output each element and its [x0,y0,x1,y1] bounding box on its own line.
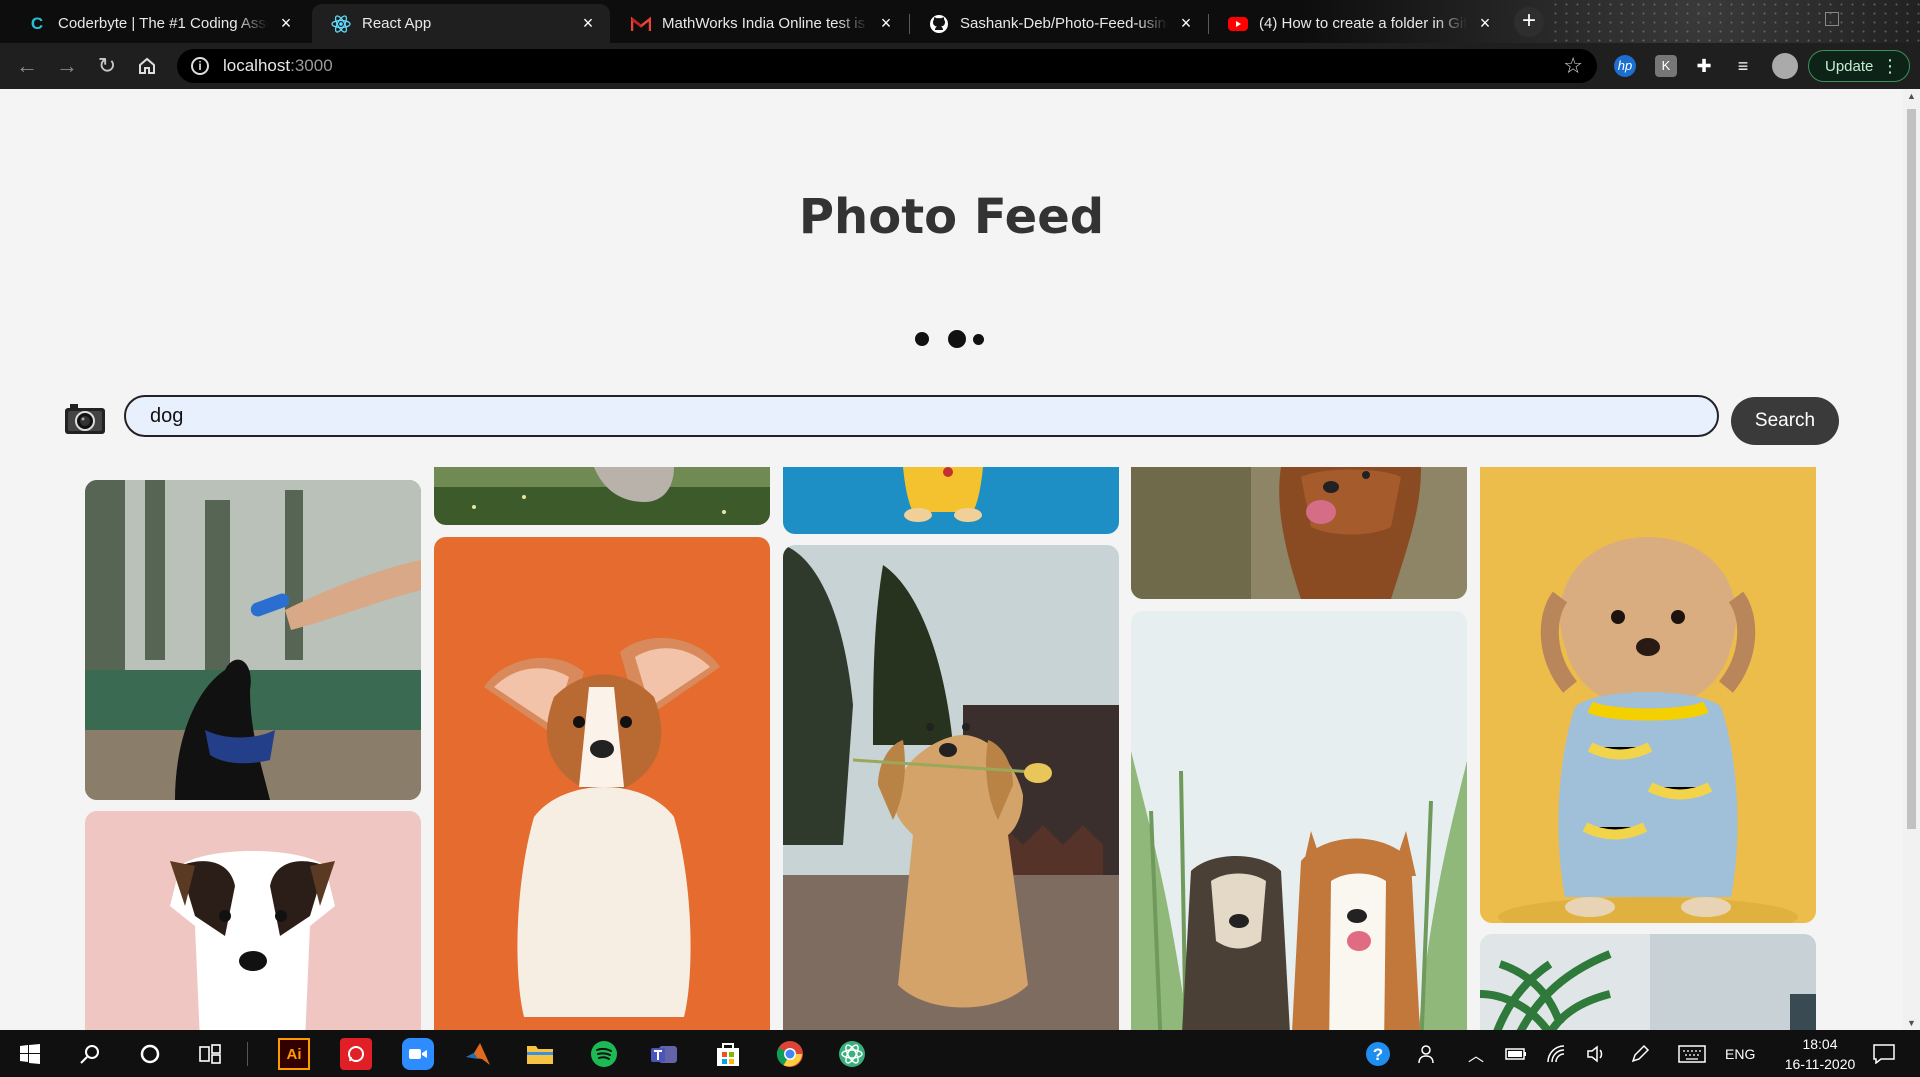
page-scrollbar[interactable]: ▲ ▼ [1903,89,1920,1030]
browser-tab-strip: C Coderbyte | The #1 Coding Asse × React… [0,0,1920,43]
puzzle-extensions-icon[interactable]: ✚ [1693,55,1715,77]
github-icon [928,13,950,35]
photo-corgi-orange[interactable] [434,537,770,1030]
photo-dog-forest-bone[interactable] [85,480,421,800]
windows-taskbar: Ai ? ︿ ENG 18:04 16-11-2020 [0,1030,1920,1077]
whatsapp-icon[interactable] [340,1038,372,1070]
camera-icon [64,403,106,435]
search-input[interactable] [124,395,1719,437]
tab-react-app[interactable]: React App × [312,4,610,43]
pen-icon[interactable] [1624,1038,1656,1070]
photo-two-dogs-grass[interactable] [1131,611,1467,1030]
extension-icon[interactable]: K [1655,55,1677,77]
clock-time[interactable]: 18:04 [1790,1036,1850,1052]
back-icon[interactable]: ← [12,51,42,81]
search-bar: Search [64,395,1844,445]
reading-list-icon[interactable]: ≡ [1732,55,1754,77]
volume-icon[interactable] [1580,1038,1612,1070]
tab-github[interactable]: Sashank-Deb/Photo-Feed-using × [910,4,1208,43]
matlab-icon[interactable] [462,1038,494,1070]
page-title: Photo Feed [798,189,1105,245]
spotify-icon[interactable] [588,1038,620,1070]
close-icon[interactable]: × [578,13,598,34]
new-tab-button[interactable]: + [1514,7,1544,37]
touch-keyboard-icon[interactable] [1676,1038,1708,1070]
taskbar-divider [247,1042,248,1066]
close-icon[interactable]: × [276,13,296,34]
site-info-icon[interactable]: i [191,57,209,75]
scroll-down-icon[interactable]: ▼ [1907,1018,1916,1028]
loading-dots-icon [915,329,985,349]
tab-youtube[interactable]: (4) How to create a folder in Gith × [1209,4,1507,43]
notifications-icon[interactable] [1868,1038,1900,1070]
scrollbar-thumb[interactable] [1907,109,1916,829]
photo-brown-dog-field[interactable] [1131,467,1467,599]
language-indicator[interactable]: ENG [1725,1046,1755,1062]
bookmark-star-icon[interactable]: ☆ [1563,53,1583,79]
react-icon [330,13,352,35]
help-icon[interactable]: ? [1362,1038,1394,1070]
file-explorer-icon[interactable] [524,1038,556,1070]
zoom-icon[interactable] [402,1038,434,1070]
chrome-icon[interactable] [774,1038,806,1070]
search-icon[interactable] [74,1038,106,1070]
tab-mathworks[interactable]: MathWorks India Online test is sc × [612,4,908,43]
close-icon[interactable]: × [876,13,896,34]
page-viewport: Photo Feed Search [0,89,1903,1030]
photo-golden-flower[interactable] [783,545,1119,1030]
home-icon[interactable] [132,51,162,81]
gmail-icon [630,13,652,35]
search-button[interactable]: Search [1731,397,1839,445]
battery-icon[interactable] [1500,1038,1532,1070]
photo-jack-russell-pink[interactable] [85,811,421,1030]
illustrator-icon[interactable]: Ai [278,1038,310,1070]
wifi-icon[interactable] [1540,1038,1572,1070]
close-icon[interactable]: × [1475,13,1495,34]
svg-text:?: ? [1373,1045,1383,1064]
coderbyte-icon: C [30,13,44,33]
url-text: localhost:3000 [223,56,333,75]
profile-avatar[interactable] [1772,53,1798,79]
cortana-icon[interactable] [134,1038,166,1070]
show-hidden-icons-icon[interactable]: ︿ [1460,1038,1492,1070]
hp-extension-icon[interactable]: hp [1614,55,1636,77]
close-icon[interactable]: × [1176,13,1196,34]
update-button[interactable]: Update ⋮ [1808,50,1910,82]
store-icon[interactable] [712,1038,744,1070]
scroll-up-icon[interactable]: ▲ [1907,91,1916,101]
clock-date[interactable]: 16-11-2020 [1770,1056,1870,1072]
task-view-icon[interactable] [194,1038,226,1070]
youtube-icon [1227,13,1249,35]
browser-toolbar: ← → ↻ i localhost:3000 ☆ hp K ✚ ≡ Update… [0,43,1920,89]
more-menu-icon[interactable]: ⋮ [1881,56,1899,77]
windows-start-icon[interactable] [14,1038,46,1070]
tab-coderbyte[interactable]: C Coderbyte | The #1 Coding Asse × [8,4,308,43]
restore-window-icon[interactable] [1825,12,1839,26]
photo-shihtzu-yellow[interactable] [1480,467,1816,923]
forward-icon[interactable]: → [52,51,82,81]
teams-icon[interactable] [648,1038,680,1070]
photo-dog-grass[interactable] [434,467,770,525]
address-bar[interactable]: i localhost:3000 ☆ [177,49,1597,83]
photo-plant[interactable] [1480,934,1816,1030]
reload-icon[interactable]: ↻ [92,51,122,81]
people-icon[interactable] [1412,1038,1444,1070]
atom-icon[interactable] [836,1038,868,1070]
photo-puppy-blue[interactable] [783,467,1119,534]
